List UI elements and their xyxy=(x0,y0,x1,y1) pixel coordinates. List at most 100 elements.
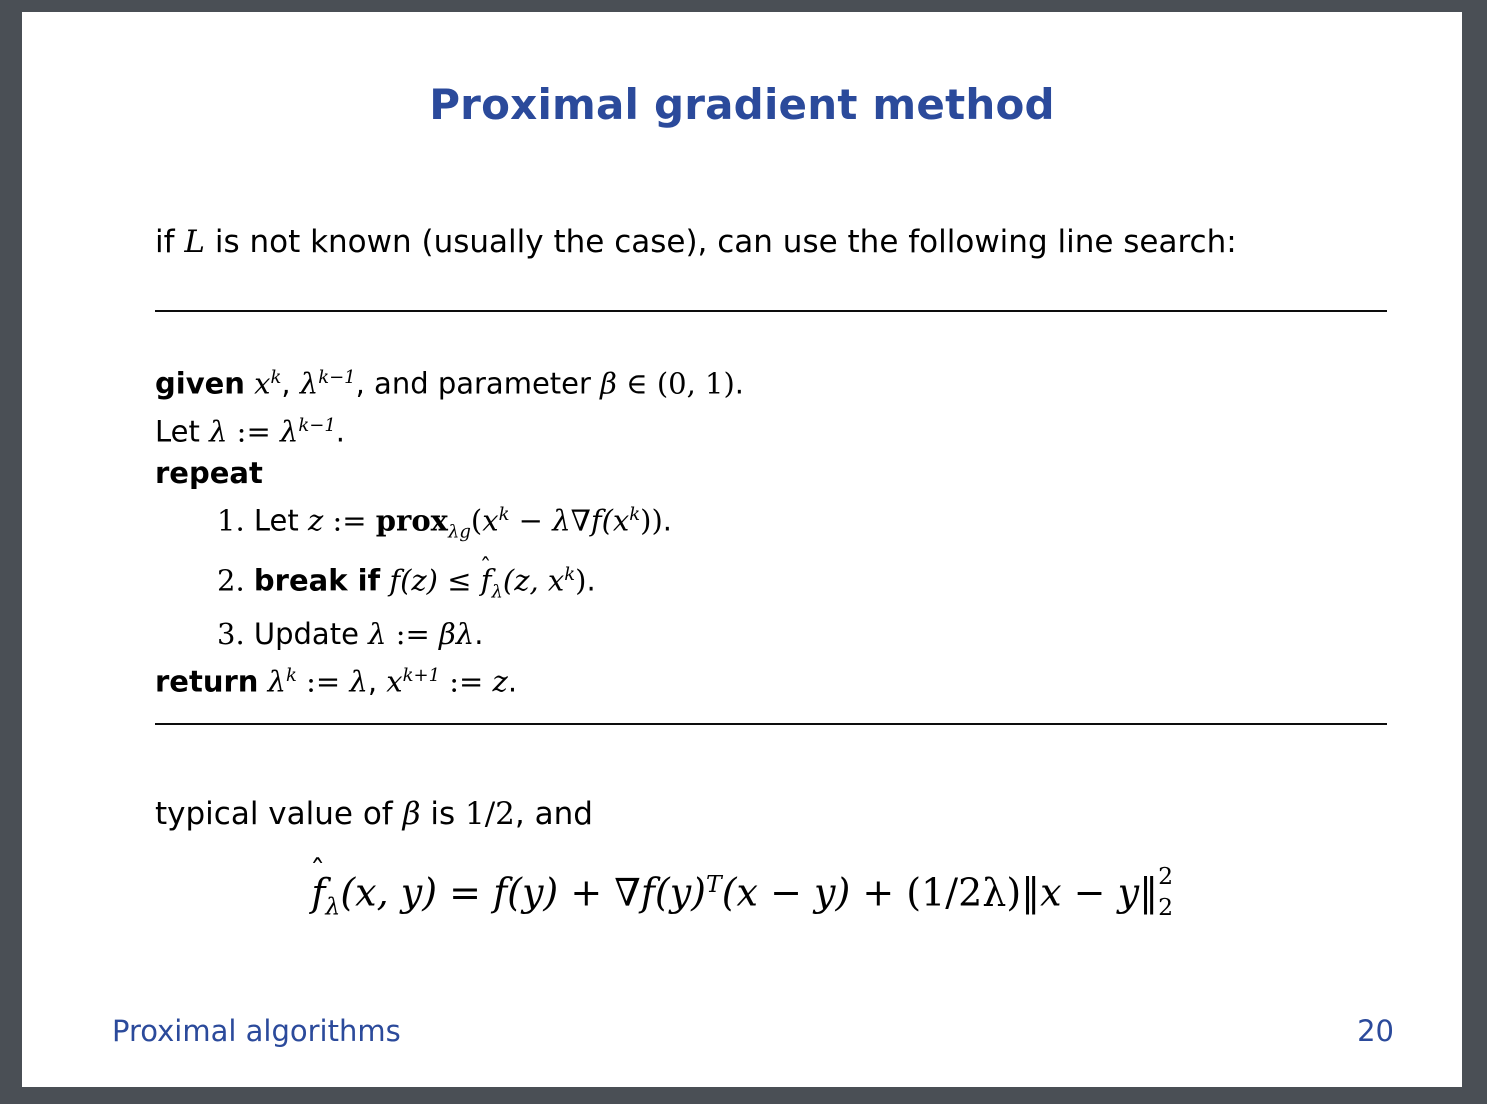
return-comma: , xyxy=(367,664,387,699)
algorithm-rule-bottom xyxy=(155,723,1387,725)
algorithm-line-given: given xk, λk−1, and parameter β ∈ (0, 1)… xyxy=(155,357,744,405)
equation-norm-exponent: 2 xyxy=(1158,862,1174,891)
let-lambda-rhs-exponent: k−1 xyxy=(298,414,336,436)
keyword-repeat: repeat xyxy=(155,456,263,491)
equation-lambda-subscript: λ xyxy=(325,892,341,921)
step-2-rhs-args: (z, x xyxy=(502,563,565,598)
slide-canvas: Proximal gradient method if L is not kno… xyxy=(22,12,1462,1087)
algorithm-steps: 1. Let z := proxλg(xk − λ∇f(xk)). 2. bre… xyxy=(217,494,744,655)
algorithm-step-2: 2. break if f(z) ≤ ˆ fλ(z, xk). xyxy=(217,554,744,613)
typical-suffix: , and xyxy=(514,796,593,832)
algorithm-step-3: 3. Update λ := βλ. xyxy=(217,613,744,655)
step-3-number: 3. xyxy=(217,617,245,652)
let-lambda-rhs: λ xyxy=(279,414,299,449)
equation-norm-open: ‖ xyxy=(1021,870,1041,915)
equation-grad-f-args: (y) xyxy=(654,870,707,915)
algorithm-line-let: Let λ := λk−1. xyxy=(155,405,744,453)
step-1-f: f xyxy=(590,503,602,538)
given-var-x: x xyxy=(254,366,271,401)
step-2-period: . xyxy=(586,563,596,598)
step-2-lhs-arg: (z) xyxy=(400,563,439,598)
step-3-period: . xyxy=(474,617,484,652)
given-membership-symbol: ∈ xyxy=(616,366,657,401)
step-3-lambda: λ xyxy=(368,617,387,652)
step-2-leq-symbol: ≤ xyxy=(438,563,481,598)
keyword-given: given xyxy=(155,366,245,401)
intro-symbol-L: L xyxy=(184,224,205,260)
step-1-x-exponent: k xyxy=(498,504,510,526)
step-2-hat-f-group: ˆf xyxy=(480,554,492,601)
given-lambda: λ xyxy=(299,366,319,401)
step-3-beta: β xyxy=(439,617,456,652)
algorithm-step-1: 1. Let z := proxλg(xk − λ∇f(xk)). xyxy=(217,494,744,553)
return-lambda-rhs: λ xyxy=(349,664,368,699)
step-3-lead: Update xyxy=(253,617,369,652)
given-period: . xyxy=(734,366,745,401)
nabla-icon: ∇ xyxy=(614,870,641,915)
step-2-close-paren: ) xyxy=(575,563,587,598)
let-lambda: λ xyxy=(209,414,228,449)
return-period: . xyxy=(507,664,518,699)
algorithm-line-return: return λk := λ, xk+1 := z. xyxy=(155,655,744,703)
step-1-inner-arg: (x xyxy=(601,503,630,538)
step-1-number: 1. xyxy=(217,503,245,538)
algorithm-block: given xk, λk−1, and parameter β ∈ (0, 1)… xyxy=(155,357,744,703)
step-2-number: 2. xyxy=(217,563,245,598)
equation-f-y-args: (y) xyxy=(507,870,559,915)
step-1-period: . xyxy=(662,503,672,538)
display-equation: ˆ fλ(x, y) = f(y) + ∇f(y)T(x − y) + (1/2λ… xyxy=(22,855,1462,921)
equation-equals: = xyxy=(437,870,494,915)
return-x: x xyxy=(386,664,403,699)
step-1-nabla-icon: ∇ xyxy=(570,503,591,538)
step-1-prox-subscript: λg xyxy=(447,521,471,543)
given-mid-text: , and parameter xyxy=(355,366,601,401)
page-title: Proximal gradient method xyxy=(429,80,1055,129)
typical-prefix: typical value of xyxy=(155,796,403,832)
equation-difference-2: x − y xyxy=(1040,870,1140,915)
given-beta: β xyxy=(600,366,617,401)
step-1-lead: Let xyxy=(253,503,308,538)
typical-value-sentence: typical value of β is 1/2, and xyxy=(155,796,593,832)
step-1-minus: − xyxy=(509,503,553,538)
step-1-lambda: λ xyxy=(552,503,571,538)
equation-difference-1: (x − y) xyxy=(721,870,851,915)
equation-coefficient: (1/2λ) xyxy=(906,870,1022,915)
equation-plus-2: + xyxy=(850,870,907,915)
let-period: . xyxy=(335,414,345,449)
step-1-x: x xyxy=(482,503,499,538)
equation-norm-indices: 22 xyxy=(1158,862,1173,921)
given-var-x-exponent: k xyxy=(270,367,282,388)
intro-suffix: is not known (usually the case), can use… xyxy=(204,224,1237,260)
return-lambda: λ xyxy=(267,664,287,699)
equation-transpose: T xyxy=(706,870,722,898)
step-2-hat-accent: ˆ xyxy=(479,554,492,582)
step-3-lambda-rhs: λ xyxy=(455,617,475,652)
equation-plus-1: + xyxy=(558,870,615,915)
step-3-assign: := xyxy=(386,617,440,652)
keyword-break-if: break if xyxy=(253,563,381,598)
step-1-z: z xyxy=(307,503,324,538)
footer-label: Proximal algorithms xyxy=(112,1014,401,1048)
equation-hat-f-group: ˆf xyxy=(310,855,325,915)
step-2-lambda-subscript: λ xyxy=(491,581,503,603)
given-lambda-exponent: k−1 xyxy=(318,367,356,388)
algorithm-line-repeat: repeat xyxy=(155,452,744,494)
equation-norm-subscript: 2 xyxy=(1158,892,1174,921)
step-2-rhs-exponent: k xyxy=(564,563,576,585)
equation-norm-close: ‖ xyxy=(1139,870,1159,915)
equation-f-y: f xyxy=(493,870,508,915)
intro-sentence: if L is not known (usually the case), ca… xyxy=(155,224,1237,260)
return-lambda-exponent: k xyxy=(286,665,297,687)
equation-args: (x, y) xyxy=(340,870,438,915)
intro-prefix: if xyxy=(155,224,185,260)
equation-hat-accent: ˆ xyxy=(309,854,326,890)
let-lead: Let xyxy=(155,414,210,449)
step-1-close-parens: )) xyxy=(640,503,663,538)
return-x-exponent: k+1 xyxy=(402,665,441,687)
keyword-return: return xyxy=(155,664,259,699)
return-z: z xyxy=(492,664,508,699)
let-assign: := xyxy=(227,414,280,449)
step-1-prox-operator: prox xyxy=(375,503,448,538)
step-2-lhs-f: f xyxy=(389,563,401,598)
step-1-assign: := xyxy=(323,503,376,538)
